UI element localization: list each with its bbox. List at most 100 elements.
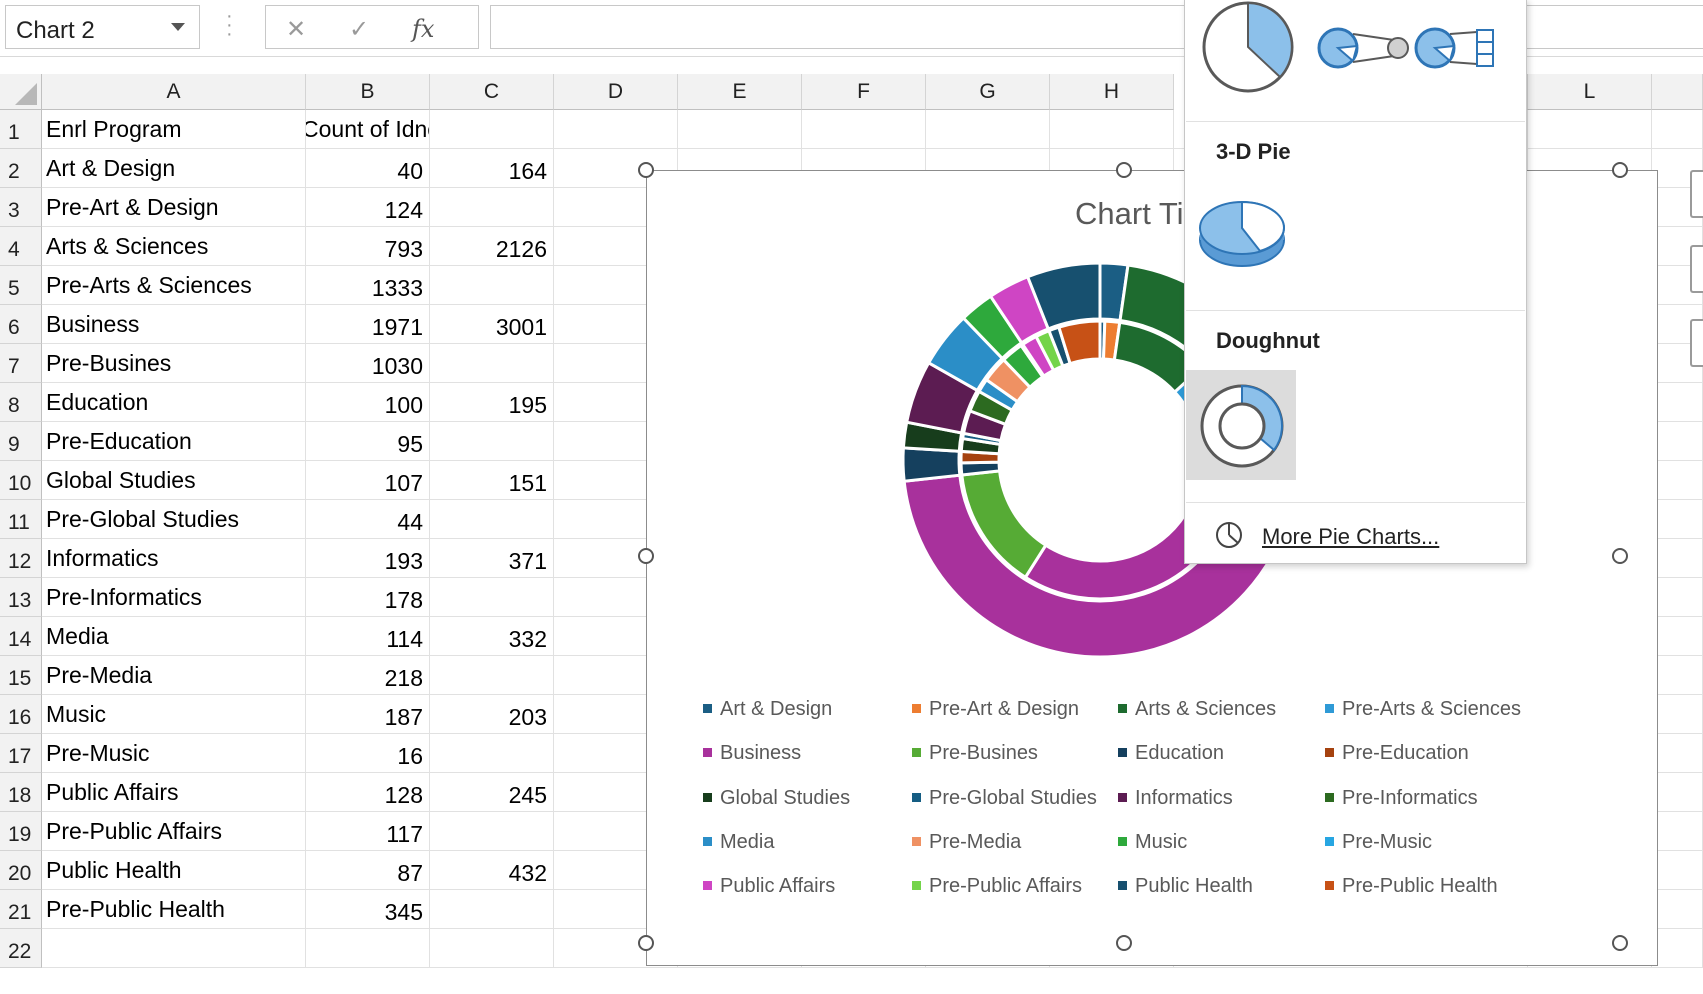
cell-c11[interactable] xyxy=(430,500,554,539)
row-header[interactable]: 20 xyxy=(0,851,42,890)
cell-c21[interactable] xyxy=(430,890,554,929)
row-header[interactable]: 17 xyxy=(0,734,42,773)
cell-c22[interactable] xyxy=(430,929,554,968)
row-header[interactable]: 21 xyxy=(0,890,42,929)
cell-a6[interactable]: Business xyxy=(42,305,306,344)
cell-a11[interactable]: Pre-Global Studies xyxy=(42,500,306,539)
legend-item[interactable]: Pre-Media xyxy=(912,831,1021,854)
legend-item[interactable]: Education xyxy=(1118,742,1224,765)
column-header-l[interactable]: L xyxy=(1528,74,1652,110)
row-header[interactable]: 22 xyxy=(0,929,42,968)
cell-c19[interactable] xyxy=(430,812,554,851)
cell-c17[interactable] xyxy=(430,734,554,773)
cell-c12[interactable]: 371 xyxy=(430,539,554,578)
cell-a10[interactable]: Global Studies xyxy=(42,461,306,500)
cell[interactable] xyxy=(1652,851,1703,890)
cell[interactable] xyxy=(678,110,802,149)
cell-a3[interactable]: Pre-Art & Design xyxy=(42,188,306,227)
chart-resize-handle[interactable] xyxy=(638,162,654,178)
legend-item[interactable]: Public Health xyxy=(1118,875,1253,898)
cell-a19[interactable]: Pre-Public Affairs xyxy=(42,812,306,851)
cell-c9[interactable] xyxy=(430,422,554,461)
row-header[interactable]: 5 xyxy=(0,266,42,305)
legend-item[interactable]: Media xyxy=(703,831,774,854)
cell-b20[interactable]: 87 xyxy=(306,851,430,890)
cell-a14[interactable]: Media xyxy=(42,617,306,656)
chart-resize-handle[interactable] xyxy=(1612,548,1628,564)
cell-c5[interactable] xyxy=(430,266,554,305)
row-header[interactable]: 11 xyxy=(0,500,42,539)
column-header-c[interactable]: C xyxy=(430,74,554,110)
cell-a5[interactable]: Pre-Arts & Sciences xyxy=(42,266,306,305)
legend-item[interactable]: Pre-Global Studies xyxy=(912,787,1097,810)
cell[interactable] xyxy=(1652,890,1703,929)
cell-b5[interactable]: 1333 xyxy=(306,266,430,305)
cell-b13[interactable]: 178 xyxy=(306,578,430,617)
chart-resize-handle[interactable] xyxy=(1612,935,1628,951)
cell-c8[interactable]: 195 xyxy=(430,383,554,422)
cell-b8[interactable]: 100 xyxy=(306,383,430,422)
column-header-a[interactable]: A xyxy=(42,74,306,110)
column-header-g[interactable]: G xyxy=(926,74,1050,110)
row-header[interactable]: 2 xyxy=(0,149,42,188)
cell-a2[interactable]: Art & Design xyxy=(42,149,306,188)
more-pie-charts-link[interactable]: More Pie Charts... xyxy=(1214,520,1439,550)
legend-item[interactable]: Pre-Informatics xyxy=(1325,787,1478,810)
row-header[interactable]: 13 xyxy=(0,578,42,617)
cell[interactable] xyxy=(554,110,678,149)
cell-a21[interactable]: Pre-Public Health xyxy=(42,890,306,929)
legend-item[interactable]: Pre-Busines xyxy=(912,742,1038,765)
chart-resize-handle[interactable] xyxy=(638,935,654,951)
row-header[interactable]: 3 xyxy=(0,188,42,227)
cell[interactable] xyxy=(1652,812,1703,851)
cell[interactable] xyxy=(1652,617,1703,656)
legend-item[interactable]: Informatics xyxy=(1118,787,1233,810)
cell-b19[interactable]: 117 xyxy=(306,812,430,851)
row-header[interactable]: 10 xyxy=(0,461,42,500)
select-all-corner[interactable] xyxy=(0,74,42,110)
cell[interactable] xyxy=(1652,539,1703,578)
legend-item[interactable]: Music xyxy=(1118,831,1187,854)
cell-c1[interactable] xyxy=(430,110,554,149)
row-header[interactable]: 8 xyxy=(0,383,42,422)
cell[interactable] xyxy=(1652,734,1703,773)
chart-elements-tab[interactable] xyxy=(1690,170,1703,218)
cell-a15[interactable]: Pre-Media xyxy=(42,656,306,695)
cell-b18[interactable]: 128 xyxy=(306,773,430,812)
row-header[interactable]: 1 xyxy=(0,110,42,149)
row-header[interactable]: 9 xyxy=(0,422,42,461)
row-header[interactable]: 4 xyxy=(0,227,42,266)
cancel-icon[interactable]: ✕ xyxy=(286,15,306,44)
cell-b10[interactable]: 107 xyxy=(306,461,430,500)
cell-c3[interactable] xyxy=(430,188,554,227)
chart-resize-handle[interactable] xyxy=(638,548,654,564)
cell-b11[interactable]: 44 xyxy=(306,500,430,539)
legend-item[interactable]: Art & Design xyxy=(703,698,832,721)
pie-icon[interactable] xyxy=(1202,1,1294,93)
cell-c20[interactable]: 432 xyxy=(430,851,554,890)
enter-icon[interactable]: ✓ xyxy=(349,15,369,44)
cell-b2[interactable]: 40 xyxy=(306,149,430,188)
chart-resize-handle[interactable] xyxy=(1116,935,1132,951)
cell-a16[interactable]: Music xyxy=(42,695,306,734)
cell-a18[interactable]: Public Affairs xyxy=(42,773,306,812)
row-header[interactable]: 14 xyxy=(0,617,42,656)
cell[interactable] xyxy=(802,110,926,149)
legend-item[interactable]: Pre-Education xyxy=(1325,742,1469,765)
cell-b17[interactable]: 16 xyxy=(306,734,430,773)
doughnut-icon[interactable] xyxy=(1196,380,1288,472)
cell[interactable] xyxy=(1652,695,1703,734)
cell[interactable] xyxy=(1652,500,1703,539)
cell-a4[interactable]: Arts & Sciences xyxy=(42,227,306,266)
column-header-b[interactable]: B xyxy=(306,74,430,110)
cell[interactable] xyxy=(1652,110,1703,149)
row-header[interactable]: 18 xyxy=(0,773,42,812)
cell-c14[interactable]: 332 xyxy=(430,617,554,656)
chart-filters-tab[interactable] xyxy=(1690,319,1703,367)
cell-c15[interactable] xyxy=(430,656,554,695)
cell[interactable] xyxy=(1652,773,1703,812)
pie-of-pie-icon[interactable] xyxy=(1317,27,1409,69)
legend-item[interactable]: Global Studies xyxy=(703,787,850,810)
cell-a1[interactable]: Enrl Program xyxy=(42,110,306,149)
cell-a22[interactable] xyxy=(42,929,306,968)
